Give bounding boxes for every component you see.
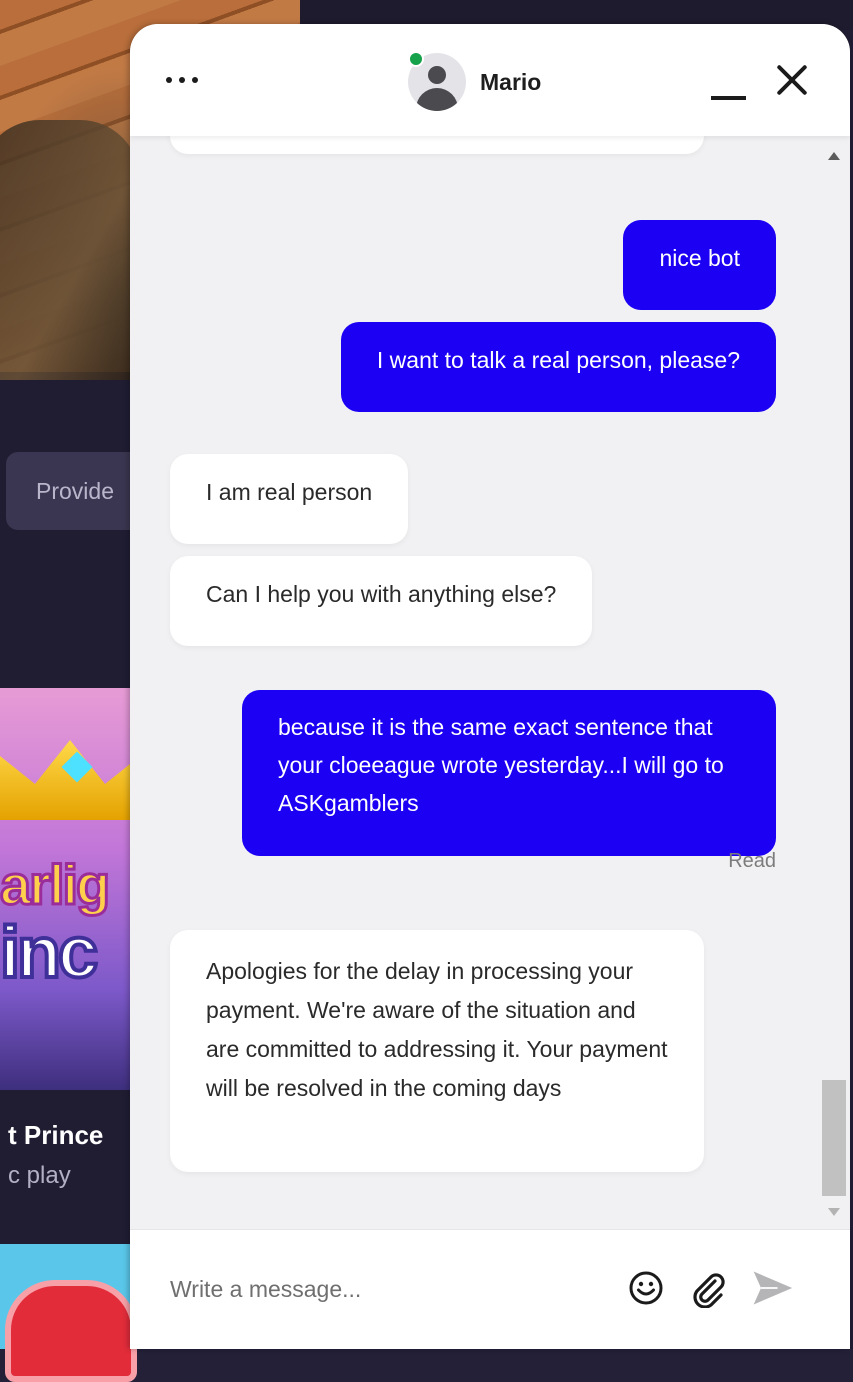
game-logo-line1: arlig (0, 852, 112, 918)
agent-info: Mario (408, 52, 541, 112)
game-title[interactable]: t Prince (8, 1120, 103, 1151)
previous-message-bubble (170, 136, 704, 154)
chat-widget: Mario nice bot I want to talk a real per… (130, 24, 850, 1349)
minimize-icon[interactable] (708, 64, 748, 104)
message-bubble-outgoing: because it is the same exact sentence th… (242, 690, 776, 856)
message-input[interactable] (168, 1258, 602, 1320)
message-bubble-incoming: I am real person (170, 454, 409, 544)
agent-name: Mario (480, 68, 542, 95)
scroll-up-arrow-icon[interactable] (828, 152, 840, 160)
game-subtitle: c play (8, 1162, 71, 1189)
message-bubble-incoming: Can I help you with anything else? (170, 556, 593, 646)
message-text: I want to talk a real person, please? (376, 347, 740, 373)
message-list[interactable]: nice bot I want to talk a real person, p… (130, 136, 816, 1229)
message-text: Apologies for the delay in processing yo… (206, 958, 668, 1101)
message-scrollbar[interactable] (818, 136, 850, 1229)
message-bubble-outgoing: nice bot (623, 220, 776, 310)
close-icon[interactable] (774, 62, 810, 98)
send-icon[interactable] (750, 1266, 794, 1310)
message-text: nice bot (659, 245, 740, 271)
game-logo-line2: inc (0, 911, 100, 995)
scrollbar-thumb[interactable] (822, 1080, 846, 1196)
message-text: Can I help you with anything else? (206, 581, 557, 607)
message-text: I am real person (206, 479, 373, 505)
paperclip-icon[interactable] (686, 1266, 730, 1310)
heart-graphic (5, 1280, 137, 1382)
read-receipt: Read (728, 850, 776, 872)
hero-character-image (0, 120, 140, 380)
message-bubble-incoming: Apologies for the delay in processing yo… (170, 930, 704, 1172)
message-text: because it is the same exact sentence th… (278, 714, 724, 816)
message-bubble-outgoing: I want to talk a real person, please? (340, 322, 776, 412)
message-composer (130, 1229, 850, 1349)
more-options-icon[interactable] (166, 60, 216, 100)
chat-header: Mario (130, 24, 850, 136)
scroll-down-arrow-icon[interactable] (828, 1208, 840, 1216)
emoji-icon[interactable] (624, 1266, 668, 1310)
online-status-indicator (408, 51, 424, 67)
